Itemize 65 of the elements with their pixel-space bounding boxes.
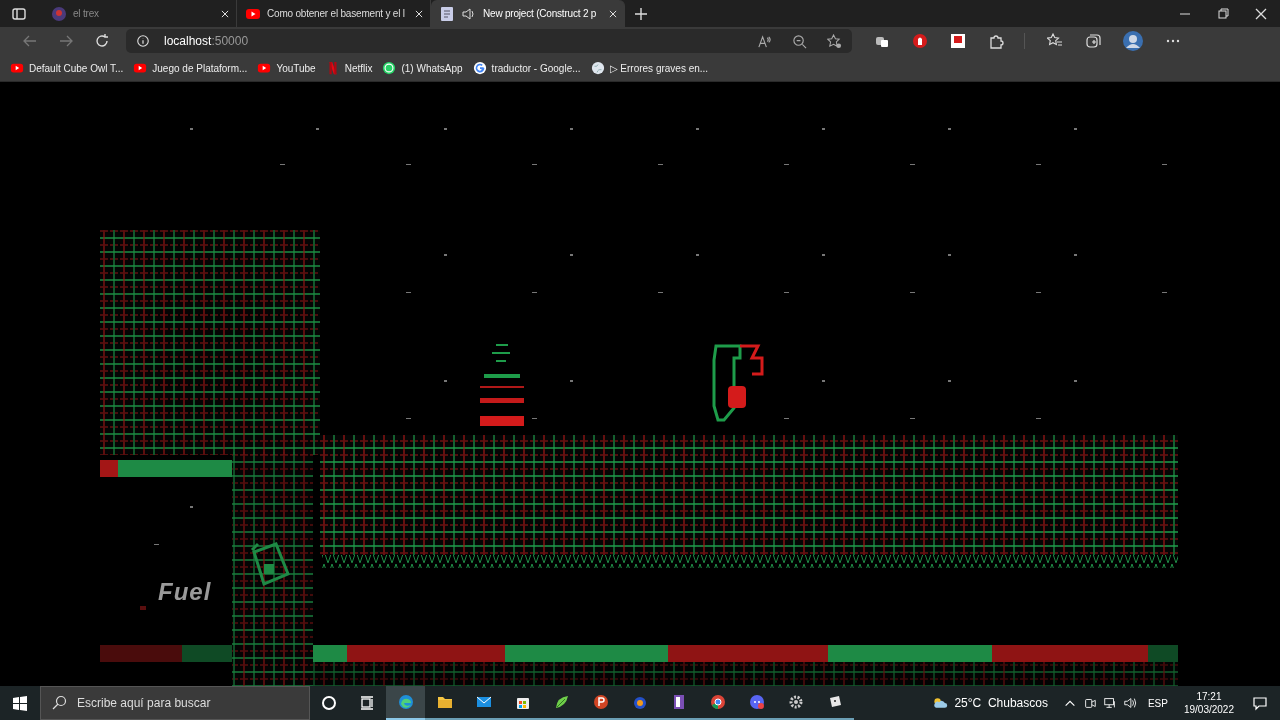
reload-icon[interactable] xyxy=(94,33,110,49)
fuel-can-icon xyxy=(250,542,290,586)
chrome-ball-icon xyxy=(709,694,726,710)
info-icon[interactable] xyxy=(136,34,150,48)
weather-text[interactable]: 25°C Chubascos xyxy=(954,696,1048,710)
read-aloud-icon[interactable] xyxy=(757,33,772,49)
globe-icon xyxy=(590,61,605,75)
close-icon[interactable] xyxy=(608,8,618,19)
add-favorite-icon[interactable] xyxy=(827,33,842,49)
settings-icon xyxy=(787,694,804,710)
forward-icon[interactable] xyxy=(58,33,74,49)
camera-icon[interactable] xyxy=(1082,696,1097,710)
weather-icon[interactable] xyxy=(932,695,949,711)
new-tab-icon[interactable] xyxy=(633,5,649,22)
search-input[interactable]: Escribe aquí para buscar xyxy=(75,695,295,711)
mail-icon xyxy=(475,694,492,710)
bookmark-link[interactable]: ▷ Errores graves en... xyxy=(590,61,709,75)
network-icon[interactable] xyxy=(1102,696,1117,710)
bookmark-link[interactable]: Netflix xyxy=(325,61,373,75)
presentation-icon xyxy=(592,694,609,710)
windows-start-icon[interactable] xyxy=(12,695,28,711)
bookmark-link[interactable]: (1) WhatsApp xyxy=(382,61,463,75)
chat-app-icon xyxy=(748,694,765,710)
headset-icon xyxy=(631,694,648,710)
folder-icon xyxy=(436,694,453,710)
zoom-out-icon[interactable] xyxy=(792,33,807,49)
g-logo-icon xyxy=(472,61,487,75)
fuel-label: Fuel xyxy=(158,578,212,606)
back-icon[interactable] xyxy=(22,33,38,49)
circle-icon[interactable] xyxy=(321,695,337,711)
bookmark-link[interactable]: traductor - Google... xyxy=(472,61,581,75)
video-logo-icon xyxy=(257,61,272,75)
url-text[interactable]: localhost:50000 xyxy=(164,34,249,48)
tab-actions-icon[interactable] xyxy=(11,5,27,22)
collections-icon[interactable] xyxy=(1085,33,1101,49)
search-field[interactable]: Escribe aquí para buscar xyxy=(40,686,310,720)
avatar-icon xyxy=(51,5,67,22)
profile-avatar-icon[interactable] xyxy=(1123,31,1143,51)
task-view-icon[interactable] xyxy=(359,695,375,711)
close-icon[interactable] xyxy=(414,8,424,19)
extension-icon[interactable] xyxy=(912,33,928,49)
extensions-icon[interactable] xyxy=(988,33,1004,49)
extension-icon[interactable] xyxy=(950,33,966,49)
page-icon xyxy=(439,5,455,22)
clock-date[interactable]: 19/03/2022 xyxy=(1183,703,1234,716)
volume-icon[interactable] xyxy=(1122,696,1137,710)
video-logo-icon xyxy=(10,61,24,75)
bookmark-link[interactable]: YouTube xyxy=(257,61,316,75)
bookmark-link[interactable]: Default Cube Owl T... xyxy=(10,61,124,75)
video-logo-icon xyxy=(133,61,148,75)
close-icon[interactable] xyxy=(220,8,230,19)
language-indicator[interactable]: ESP xyxy=(1147,697,1168,709)
browser-icon xyxy=(397,694,414,710)
bookmark-link[interactable]: Juego de Plataform... xyxy=(133,61,248,75)
search-icon xyxy=(51,695,67,711)
browser-tab[interactable]: New project (Construct 2 p xyxy=(431,0,625,27)
restore-icon[interactable] xyxy=(1215,5,1231,22)
clock-time[interactable]: 17:21 xyxy=(1196,690,1222,703)
speaker-icon[interactable] xyxy=(461,5,477,22)
favorites-icon[interactable] xyxy=(1047,33,1063,49)
address-bar[interactable]: localhost:50000 xyxy=(126,29,852,53)
chat-logo-icon xyxy=(382,61,397,75)
notifications-icon[interactable] xyxy=(1252,695,1268,711)
leaf-icon xyxy=(553,694,570,710)
marker xyxy=(140,606,146,610)
